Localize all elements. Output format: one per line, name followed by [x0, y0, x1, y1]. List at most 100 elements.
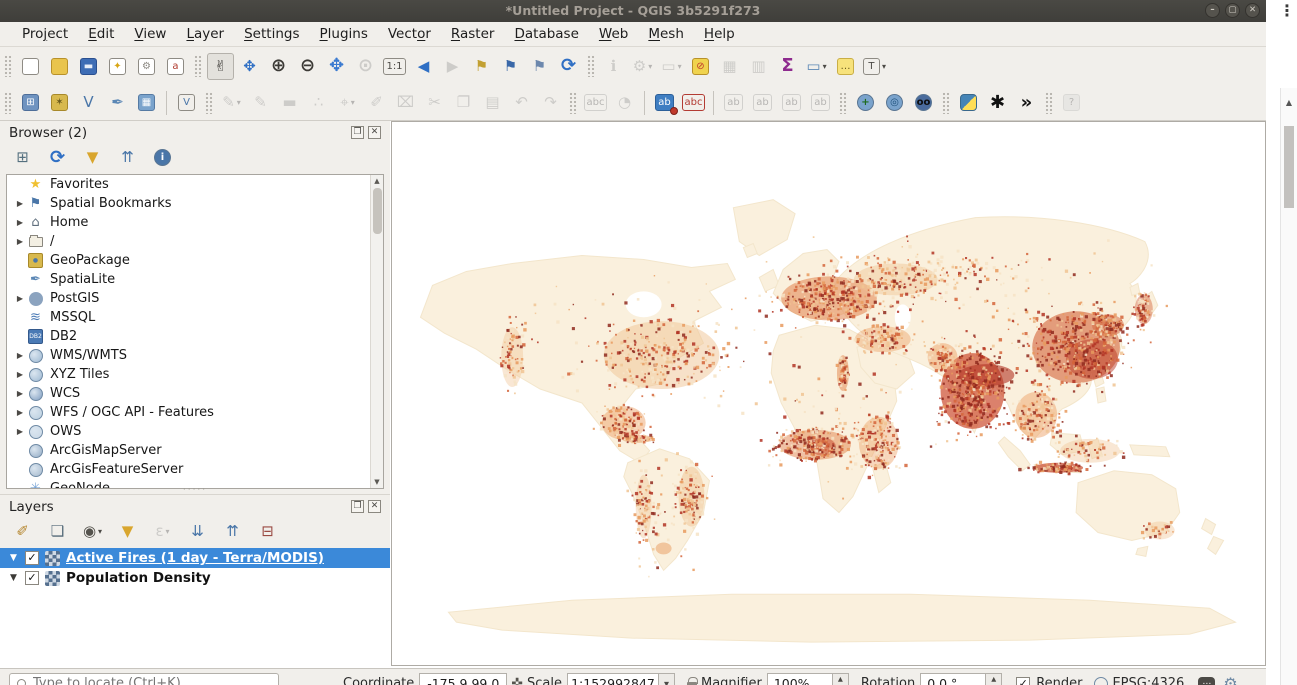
menu-mesh[interactable]: Mesh — [638, 24, 694, 44]
toolbar-drag-handle[interactable] — [569, 92, 577, 114]
locator-input[interactable] — [33, 676, 253, 685]
lock-icon[interactable] — [687, 677, 697, 685]
scale-dropdown-button[interactable]: ▼ — [659, 673, 675, 685]
save-project-button[interactable]: ▬ — [75, 53, 102, 80]
new-temporary-scratch-layer-button[interactable]: V — [173, 89, 200, 116]
expand-all-button[interactable]: ⇊ — [184, 518, 211, 545]
layer-diagram-options-button[interactable]: abc — [680, 89, 707, 116]
toolbar-drag-handle[interactable] — [1045, 92, 1053, 114]
metasearch-button[interactable]: oo — [910, 89, 937, 116]
open-data-source-manager-button[interactable]: ⊞ — [17, 89, 44, 116]
pan-map-button[interactable]: ✌ — [207, 53, 234, 80]
render-checkbox[interactable]: ✓ — [1016, 677, 1030, 685]
expander-icon[interactable]: ▶ — [13, 389, 27, 398]
open-layer-styling-button[interactable]: ✐ — [9, 518, 36, 545]
browser-item-ows[interactable]: ▶OWS — [7, 422, 383, 441]
close-button[interactable]: ✕ — [1245, 3, 1260, 18]
save-layer-edits-button[interactable]: ▬ — [276, 89, 303, 116]
zoom-to-selection-button[interactable]: ⊙ — [352, 53, 379, 80]
layers-float-button[interactable]: ❐ — [351, 500, 364, 513]
current-edits-button[interactable]: ✎▾ — [218, 89, 245, 116]
crs-globe-icon[interactable] — [1094, 677, 1108, 685]
processing-icon[interactable]: ⚙ — [1223, 676, 1237, 685]
show-bookmarks-button[interactable]: ⚑ — [497, 53, 524, 80]
paste-features-button[interactable]: ▤ — [479, 89, 506, 116]
expander-icon[interactable]: ▶ — [13, 408, 27, 417]
menu-web[interactable]: Web — [589, 24, 638, 44]
select-features-button[interactable]: ▭▾ — [658, 53, 685, 80]
menu-vector[interactable]: Vector — [378, 24, 441, 44]
toolbar-drag-handle[interactable] — [839, 92, 847, 114]
text-annotation-button[interactable]: T▾ — [861, 53, 888, 80]
rotation-spin-buttons[interactable]: ▲▼ — [986, 673, 1002, 685]
python-console-button[interactable] — [955, 89, 982, 116]
delete-selected-button[interactable]: ⌧ — [392, 89, 419, 116]
new-geopackage-layer-button[interactable]: ✶ — [46, 89, 73, 116]
expander-icon[interactable]: ▶ — [13, 199, 27, 208]
collapse-all-button[interactable]: ⇈ — [114, 144, 141, 171]
toolbar-drag-handle[interactable] — [4, 92, 12, 114]
zoom-out-button[interactable]: ⊖ — [294, 53, 321, 80]
layer-visibility-checkbox[interactable]: ✓ — [25, 551, 39, 565]
scrollbar-thumb[interactable] — [373, 188, 382, 234]
browser-item-geopackage[interactable]: ●GeoPackage — [7, 251, 383, 270]
magnifier-spin-buttons[interactable]: ▲▼ — [833, 673, 849, 685]
rail-menu-icon[interactable]: ⋮ — [1279, 1, 1295, 20]
new-shapefile-layer-button[interactable]: V — [75, 89, 102, 116]
map-tips-button[interactable]: … — [832, 53, 859, 80]
scroll-down-icon[interactable]: ▼ — [371, 478, 383, 486]
browser-item-arcgisfeatureserver[interactable]: ArcGisFeatureServer — [7, 460, 383, 479]
help-button[interactable]: ? — [1058, 89, 1085, 116]
show-hide-labels-button[interactable]: ab — [749, 89, 776, 116]
title-bar[interactable]: *Untitled Project - QGIS 3b5291f273 –▢✕ — [0, 0, 1266, 22]
new-virtual-layer-button[interactable]: ▦ — [133, 89, 160, 116]
rotation-spinner[interactable]: 0.0 ° — [920, 673, 986, 685]
filter-by-expression-button[interactable]: ε▾ — [149, 518, 176, 545]
zoom-native-button[interactable]: 1:1 — [381, 53, 408, 80]
manage-plugins-button[interactable]: ✱ — [984, 89, 1011, 116]
add-selected-layers-button[interactable]: ⊞ — [9, 144, 36, 171]
vertex-tool-button[interactable]: ⌖▾ — [334, 89, 361, 116]
run-feature-action-button[interactable]: ⚙▾ — [629, 53, 656, 80]
expander-icon[interactable]: ▶ — [13, 218, 27, 227]
crs-value[interactable]: EPSG:4326 — [1112, 676, 1184, 685]
diagram-options-button[interactable]: ◔ — [611, 89, 638, 116]
measure-button[interactable]: ▭▾ — [803, 53, 830, 80]
new-print-layout-button[interactable]: ✦ — [104, 53, 131, 80]
browser-item-spatialite[interactable]: ✒SpatiaLite — [7, 270, 383, 289]
menu-project[interactable]: Project — [12, 24, 78, 44]
zoom-in-button[interactable]: ⊕ — [265, 53, 292, 80]
browser-item-home[interactable]: ▶⌂Home — [7, 213, 383, 232]
menu-view[interactable]: View — [124, 24, 176, 44]
extents-toggle-icon[interactable]: ✜ — [511, 677, 523, 685]
locator-box[interactable] — [9, 673, 279, 685]
browser-item-wms-wmts[interactable]: ▶WMS/WMTS — [7, 346, 383, 365]
layer-visibility-checkbox[interactable]: ✓ — [25, 571, 39, 585]
browser-item-db2[interactable]: DB2DB2 — [7, 327, 383, 346]
new-spatial-bookmark-button[interactable]: ⚑ — [468, 53, 495, 80]
add-wms-layer-button[interactable]: + — [852, 89, 879, 116]
menu-plugins[interactable]: Plugins — [309, 24, 377, 44]
toolbar-drag-handle[interactable] — [942, 92, 950, 114]
browser-item-postgis[interactable]: ▶PostGIS — [7, 289, 383, 308]
identify-features-button[interactable]: ℹ — [600, 53, 627, 80]
remove-layer-button[interactable]: ⊟ — [254, 518, 281, 545]
expander-icon[interactable]: ▼ — [10, 553, 25, 563]
undo-button[interactable]: ↶ — [508, 89, 535, 116]
change-label-button[interactable]: ab — [807, 89, 834, 116]
maximize-button[interactable]: ▢ — [1225, 3, 1240, 18]
expander-icon[interactable]: ▶ — [13, 370, 27, 379]
expander-icon[interactable]: ▼ — [10, 573, 25, 583]
show-statistics-button[interactable]: Σ — [774, 53, 801, 80]
menu-help[interactable]: Help — [694, 24, 745, 44]
expander-icon[interactable]: ▶ — [13, 351, 27, 360]
zoom-next-button[interactable]: ▶ — [439, 53, 466, 80]
collapse-all-layers-button[interactable]: ⇈ — [219, 518, 246, 545]
layer-row-population-density[interactable]: ▼✓Population Density — [0, 568, 390, 588]
menu-settings[interactable]: Settings — [234, 24, 309, 44]
toolbar-drag-handle[interactable] — [587, 55, 595, 77]
new-spatialite-layer-button[interactable]: ✒ — [104, 89, 131, 116]
refresh-map-button[interactable]: ⟳ — [555, 53, 582, 80]
scroll-up-icon[interactable]: ▲ — [371, 177, 383, 185]
browser-item-favorites[interactable]: ★Favorites — [7, 175, 383, 194]
